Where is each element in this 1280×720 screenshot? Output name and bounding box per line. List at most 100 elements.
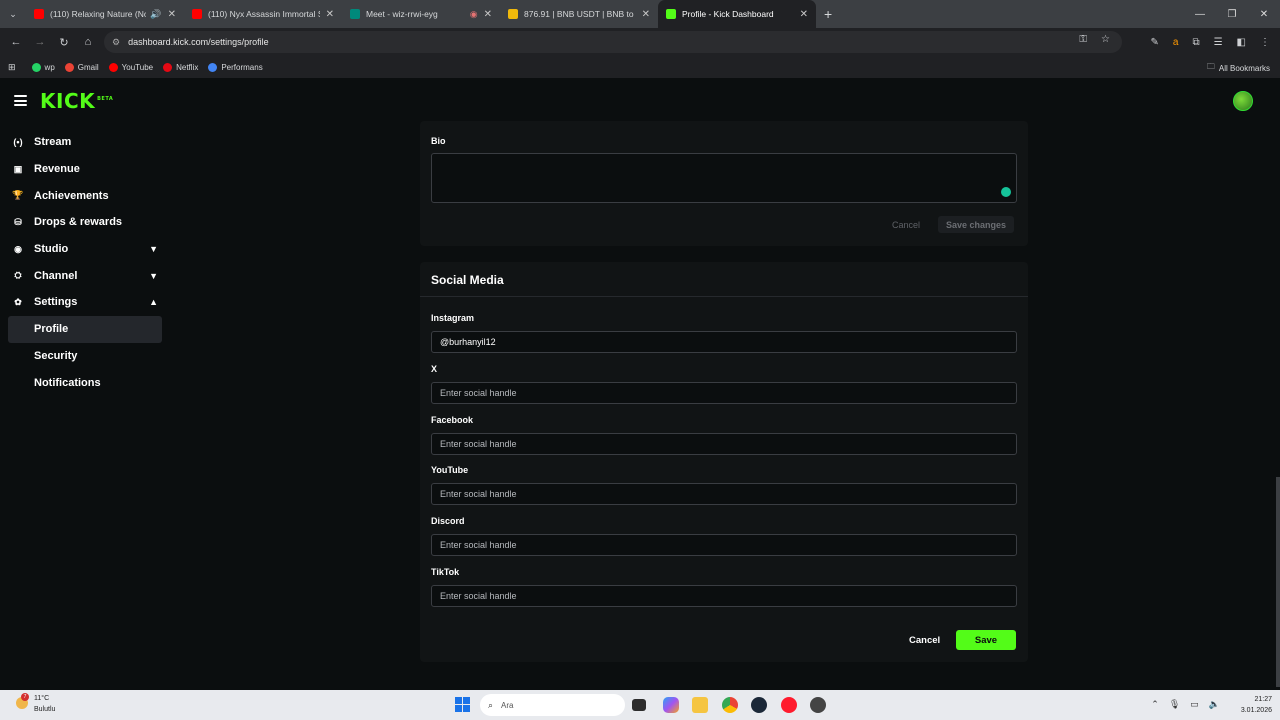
extensions-icon[interactable]: ⧉ xyxy=(1192,37,1199,48)
extension-icons: ✎ a ⧉ ☰ ◧ ⋮ xyxy=(1150,28,1280,56)
sidebar-item-stream[interactable]: (•) Stream xyxy=(0,129,170,156)
browser-tab-2[interactable]: (110) Nyx Assassin Immortal Sc ✕ xyxy=(184,0,342,28)
tiktok-field[interactable]: Enter social handle xyxy=(431,585,1017,607)
home-icon[interactable]: ⌂ xyxy=(76,28,100,56)
youtube-icon xyxy=(34,9,44,19)
amazon-icon[interactable]: a xyxy=(1173,37,1179,48)
gift-icon: ⛁ xyxy=(14,216,22,227)
forward-icon[interactable]: → xyxy=(28,28,52,56)
display-icon[interactable]: ▭ xyxy=(1190,699,1199,710)
bookmark-wp[interactable]: wp xyxy=(31,62,55,72)
studio-icon: ◉ xyxy=(14,243,22,254)
kick-logo[interactable]: KICK BETA xyxy=(40,89,113,113)
trophy-icon: 🏆 xyxy=(12,190,24,201)
cancel-button[interactable]: Cancel xyxy=(909,635,940,646)
sidebar-item-channel[interactable]: ⛭ Channel ▼ xyxy=(0,262,170,289)
discord-field[interactable]: Enter social handle xyxy=(431,534,1017,556)
gear-icon: ✿ xyxy=(14,296,22,307)
windows-start-icon[interactable] xyxy=(455,697,470,712)
browser-tab-4[interactable]: 876.91 | BNB USDT | BNB to US ✕ xyxy=(500,0,658,28)
chevron-up-icon: ▲ xyxy=(149,297,158,308)
close-icon[interactable]: ✕ xyxy=(800,9,808,20)
bio-cancel-button[interactable]: Cancel xyxy=(892,220,920,230)
record-icon: ◉ xyxy=(469,8,478,19)
save-changes-button[interactable]: Save changes xyxy=(938,216,1015,233)
scrollbar[interactable] xyxy=(1276,477,1280,687)
bookmark-performans[interactable]: Performans xyxy=(208,62,263,72)
grammarly-icon[interactable] xyxy=(1001,187,1011,197)
weather-widget[interactable]: 7 11°C Bulutlu xyxy=(12,693,72,717)
kick-icon xyxy=(666,9,676,19)
bookmark-youtube[interactable]: YouTube xyxy=(108,62,153,72)
apps-icon[interactable]: ⊞ xyxy=(8,62,16,73)
volume-icon[interactable]: 🔈 xyxy=(1209,699,1220,710)
sidebar-item-label: Notifications xyxy=(34,376,101,389)
menu-toggle-icon[interactable] xyxy=(14,95,27,106)
tab-title: (110) Relaxing Nature (No xyxy=(50,9,147,19)
file-explorer-icon[interactable] xyxy=(692,697,708,713)
browser-tab-1[interactable]: (110) Relaxing Nature (No 🔊 ✕ xyxy=(26,0,184,28)
browser-tab-3[interactable]: Meet - wiz-rrwi-eyg ◉ ✕ xyxy=(342,0,500,28)
time: 21:27 xyxy=(1254,696,1272,703)
close-icon[interactable]: ✕ xyxy=(642,9,650,20)
copilot-icon[interactable] xyxy=(663,697,679,713)
sidebar-item-settings[interactable]: ✿ Settings ▲ xyxy=(0,289,170,316)
sidebar-item-label: Stream xyxy=(34,136,72,149)
site-info-icon[interactable]: ⚙ xyxy=(112,37,120,48)
bookmark-label: Netflix xyxy=(176,62,199,72)
temperature: 11°C xyxy=(34,695,50,702)
bookmark-gmail[interactable]: Gmail xyxy=(64,62,99,72)
restore-icon[interactable]: ❐ xyxy=(1216,0,1248,28)
sidebar-item-security[interactable]: Security xyxy=(0,343,170,370)
all-bookmarks[interactable]: 🗀 All Bookmarks xyxy=(1207,61,1270,75)
youtube-icon xyxy=(108,62,118,72)
media-control-icon[interactable]: ☰ xyxy=(1214,37,1223,48)
sidebar-item-studio[interactable]: ◉ Studio ▼ xyxy=(0,236,170,263)
microphone-icon[interactable]: 🎙 xyxy=(1169,699,1180,710)
address-bar[interactable]: ⚙ dashboard.kick.com/settings/profile ⚿ … xyxy=(104,31,1122,53)
save-button[interactable]: Save xyxy=(956,630,1016,650)
password-key-icon[interactable]: ⚿ xyxy=(1079,34,1087,45)
opera-icon[interactable] xyxy=(781,697,797,713)
instagram-value: @burhanyil12 xyxy=(440,337,496,347)
new-tab-icon[interactable]: + xyxy=(824,6,832,22)
menu-icon[interactable]: ⋮ xyxy=(1260,37,1270,48)
pen-icon[interactable]: ✎ xyxy=(1150,37,1158,48)
bookmark-label: Gmail xyxy=(77,62,99,72)
steam-icon[interactable] xyxy=(751,697,767,713)
close-icon[interactable]: ✕ xyxy=(326,9,334,20)
chevron-up-icon[interactable]: ⌃ xyxy=(1151,699,1159,710)
youtube-placeholder: Enter social handle xyxy=(440,489,517,499)
reload-icon[interactable]: ↻ xyxy=(52,28,76,56)
app-icon[interactable] xyxy=(810,697,826,713)
close-window-icon[interactable]: ✕ xyxy=(1248,0,1280,28)
bio-textarea[interactable] xyxy=(431,153,1017,203)
chrome-icon[interactable] xyxy=(722,697,738,713)
minimize-icon[interactable]: — xyxy=(1184,0,1216,28)
tiktok-placeholder: Enter social handle xyxy=(440,591,517,601)
sidebar-item-drops-rewards[interactable]: ⛁ Drops & rewards xyxy=(0,209,170,236)
taskbar-search[interactable]: ⌕ Ara xyxy=(480,694,625,716)
sidebar-item-achievements[interactable]: 🏆 Achievements xyxy=(0,182,170,209)
facebook-field[interactable]: Enter social handle xyxy=(431,433,1017,455)
task-view-icon[interactable] xyxy=(632,699,646,711)
instagram-field[interactable]: @burhanyil12 xyxy=(431,331,1017,353)
youtube-field[interactable]: Enter social handle xyxy=(431,483,1017,505)
browser-tab-active[interactable]: Profile - Kick Dashboard ✕ xyxy=(658,0,816,28)
profile-icon[interactable]: ◧ xyxy=(1237,37,1246,48)
sidebar-item-profile[interactable]: Profile xyxy=(8,315,162,343)
avatar[interactable] xyxy=(1233,91,1253,111)
sidebar-item-revenue[interactable]: ▣ Revenue xyxy=(0,156,170,183)
back-icon[interactable]: ← xyxy=(4,28,28,56)
bookmark-netflix[interactable]: Netflix xyxy=(163,62,199,72)
close-icon[interactable]: ✕ xyxy=(484,9,492,20)
clock[interactable]: 21:27 3.01.2026 xyxy=(1241,694,1272,716)
sidebar-item-label: Channel xyxy=(34,269,78,282)
tab-search-icon[interactable]: ⌄ xyxy=(0,0,26,28)
broadcast-icon: (•) xyxy=(13,137,23,148)
bookmark-star-icon[interactable]: ☆ xyxy=(1101,34,1110,45)
close-icon[interactable]: ✕ xyxy=(168,9,176,20)
x-field[interactable]: Enter social handle xyxy=(431,382,1017,404)
channel-icon: ⛭ xyxy=(14,270,22,281)
sidebar-item-notifications[interactable]: Notifications xyxy=(0,369,170,396)
